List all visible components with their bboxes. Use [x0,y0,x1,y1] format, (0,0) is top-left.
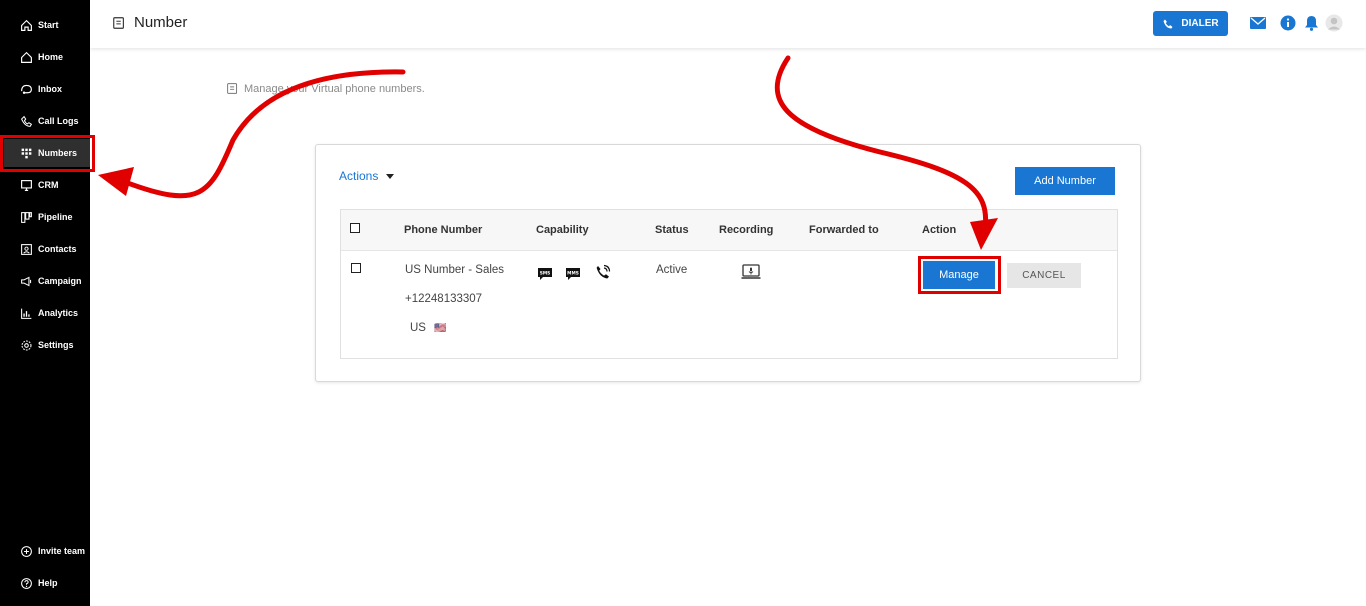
sidebar-item-help[interactable]: Help [4,569,90,597]
sidebar-item-label: Home [38,52,64,62]
sidebar-item-label: Settings [38,340,74,350]
manage-highlight-box [918,256,1001,294]
numbers-table: Phone Number Capability Status Recording… [340,209,1118,359]
sidebar-item-label: CRM [38,180,59,190]
sidebar-item-label: Campaign [38,276,82,286]
sidebar-item-label: Help [38,578,58,588]
select-all-checkbox[interactable] [350,223,360,233]
column-header-recording: Recording [719,224,774,236]
sidebar-item-numbers[interactable]: Numbers [4,139,90,167]
caret-down-icon [386,173,395,179]
home-outline-icon [21,19,32,31]
sidebar-item-label: Contacts [38,244,77,254]
sidebar-item-label: Numbers [38,148,78,158]
sidebar-item-label: Call Logs [38,116,79,126]
column-header-phone-number: Phone Number [404,224,483,236]
sidebar-item-start[interactable]: Start [4,11,90,39]
sidebar-item-settings[interactable]: Settings [4,331,90,359]
contacts-icon [21,243,32,255]
number-page-icon [227,83,238,94]
phone-number: +12248133307 [405,293,483,305]
sidebar-item-inbox[interactable]: Inbox [4,75,90,103]
page-title-text: Number [134,14,188,31]
page-subtitle: Manage your Virtual phone numbers. [226,82,425,95]
phone-dialer-icon [1163,19,1173,28]
sidebar-item-label: Start [38,20,59,30]
us-flag-icon: 🇺🇸 [434,323,447,334]
numbers-card: Actions Add Number Phone Number Capabili… [315,144,1141,382]
inbox-icon [21,84,32,94]
page-title: Number [112,14,187,31]
recording-monitor-icon [741,264,761,279]
number-page-icon [113,16,124,29]
top-bar: Number DIALER [90,0,1366,48]
dialer-label: DIALER [1181,18,1219,29]
dialpad-icon [21,148,32,158]
info-icon[interactable] [1279,14,1297,32]
status-text: Active [656,264,688,276]
sidebar-item-label: Invite team [38,546,86,556]
monitor-icon [21,179,32,191]
plus-circle-icon [21,545,32,557]
page-subtitle-text: Manage your Virtual phone numbers. [244,82,425,95]
bar-chart-icon [21,308,32,319]
sidebar-item-pipeline[interactable]: Pipeline [4,203,90,231]
sidebar-item-call-logs[interactable]: Call Logs [4,107,90,135]
column-header-action: Action [922,224,957,236]
row-checkbox[interactable] [351,263,361,273]
sidebar: Start Home Inbox Call Logs Numbers CRM P… [0,0,90,606]
add-number-button[interactable]: Add Number [1015,167,1115,195]
mail-icon[interactable] [1249,14,1267,32]
svg-text:MMS: MMS [567,271,579,277]
sidebar-item-invite-team[interactable]: Invite team [4,537,90,565]
arrow-head-numbers [98,167,134,196]
country-code: US [410,322,426,334]
megaphone-icon [21,276,32,286]
home-icon [21,51,32,63]
sidebar-item-analytics[interactable]: Analytics [4,299,90,327]
gear-icon [21,340,32,350]
dialer-button[interactable]: DIALER [1153,11,1228,36]
column-header-status: Status [655,224,689,236]
sidebar-item-label: Inbox [38,84,62,94]
cancel-button[interactable]: CANCEL [1007,263,1081,288]
sidebar-item-contacts[interactable]: Contacts [4,235,90,263]
help-circle-icon [21,577,32,589]
sidebar-item-label: Pipeline [38,212,73,222]
pipeline-icon [21,211,32,223]
column-header-capability: Capability [536,224,589,236]
column-header-forwarded-to: Forwarded to [809,224,879,236]
svg-text:SMS: SMS [540,271,550,277]
avatar[interactable] [1325,14,1343,32]
mms-icon: MMS [566,268,580,280]
actions-label: Actions [339,169,379,183]
number-name: US Number - Sales [405,264,505,276]
phone-icon [20,115,33,127]
sidebar-item-campaign[interactable]: Campaign [4,267,90,295]
table-header: Phone Number Capability Status Recording… [341,210,1117,251]
sms-icon: SMS [538,268,552,280]
voice-call-icon [596,264,611,279]
app-root: Start Home Inbox Call Logs Numbers CRM P… [0,0,1366,606]
actions-dropdown[interactable]: Actions [339,169,395,183]
sidebar-item-home[interactable]: Home [4,43,90,71]
sidebar-item-label: Analytics [38,308,79,318]
sidebar-item-crm[interactable]: CRM [4,171,90,199]
bell-icon[interactable] [1302,14,1320,32]
